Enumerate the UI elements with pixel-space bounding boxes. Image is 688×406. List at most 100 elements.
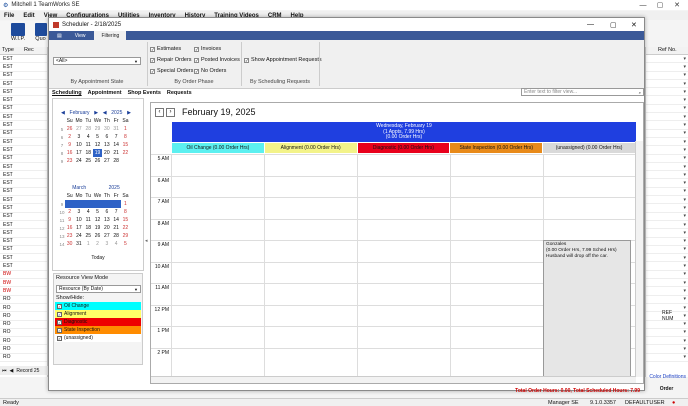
cal-day[interactable]: 7	[111, 133, 120, 141]
cal1-month[interactable]: February	[70, 110, 90, 116]
cal-day[interactable]: 30	[102, 125, 111, 133]
cal-day[interactable]: 8	[121, 133, 130, 141]
app-maximize-icon[interactable]: ▢	[651, 0, 669, 10]
table-row[interactable]	[646, 63, 688, 72]
cal-day[interactable]: 7	[111, 208, 120, 216]
appointment-state-select[interactable]: <All> ▼	[53, 57, 141, 65]
cal2-month[interactable]: March	[72, 185, 86, 191]
cal-day[interactable]: 18	[84, 149, 93, 157]
prev-month-icon[interactable]: ◀	[61, 110, 65, 116]
cal-day[interactable]: 6	[102, 133, 111, 141]
cal-day[interactable]: 3	[102, 240, 111, 248]
cal-day[interactable]: 19	[92, 149, 103, 157]
table-row[interactable]: RO	[0, 354, 47, 362]
cal-day[interactable]: 20	[102, 149, 111, 157]
cal-day[interactable]: 4	[84, 133, 93, 141]
cal2-year[interactable]: 2025	[109, 185, 120, 191]
cal-day[interactable]: 15	[121, 216, 130, 224]
cal-day[interactable]: 12	[93, 141, 102, 149]
nav-appointment[interactable]: Appointment	[88, 90, 122, 96]
orders-grid-right[interactable]: Ref No. REF NUM	[645, 47, 688, 377]
quote-button[interactable]: Quo	[33, 23, 48, 42]
table-row[interactable]	[646, 354, 688, 362]
table-row[interactable]	[646, 80, 688, 89]
cal-day[interactable]: 22	[121, 149, 130, 157]
table-row[interactable]	[646, 287, 688, 296]
chk-repair-orders[interactable]: ✓ Repair Orders	[150, 57, 192, 63]
resource-column-header[interactable]: (unassigned) (0.00 Order Hrs)	[543, 143, 636, 153]
cal-day[interactable]: 26	[65, 125, 74, 133]
table-row[interactable]: EST	[0, 171, 47, 180]
cal-day[interactable]: 20	[102, 224, 111, 232]
resource-column-header[interactable]: Oil Change (0.00 Order Hrs)	[172, 143, 265, 153]
cal-day[interactable]	[111, 200, 121, 208]
today-button[interactable]: Today	[52, 255, 144, 261]
cal-day[interactable]: 2	[93, 240, 102, 248]
table-row[interactable]	[646, 188, 688, 197]
cal-day[interactable]: 31	[111, 125, 120, 133]
table-row[interactable]	[646, 345, 688, 354]
cal-day[interactable]: 29	[121, 232, 130, 240]
cal-day[interactable]: 5	[93, 208, 102, 216]
cal-day[interactable]: 1	[121, 200, 130, 208]
table-row[interactable]	[646, 130, 688, 138]
resource-toggle[interactable]: ✓ Alignment	[55, 310, 141, 318]
resource-toggle[interactable]: ✓ State Inspection	[55, 326, 141, 334]
table-row[interactable]	[646, 146, 688, 155]
cal-day[interactable]: 10	[74, 141, 83, 149]
table-row[interactable]	[646, 196, 688, 205]
table-row[interactable]: BW	[0, 271, 47, 280]
nav-scheduling[interactable]: Scheduling	[52, 90, 82, 96]
filter-search-input[interactable]: Enter text to filter view... ⌕	[521, 88, 644, 96]
table-row[interactable]	[646, 163, 688, 172]
cal-day[interactable]: 17	[74, 149, 83, 157]
table-row[interactable]: EST	[0, 146, 47, 155]
cal-day[interactable]: 8	[121, 208, 130, 216]
ribbon-menu-icon[interactable]: ▤	[53, 31, 66, 40]
scheduler-minimize-icon[interactable]: —	[587, 21, 594, 28]
cal-day[interactable]: 16	[65, 149, 74, 157]
cal-day[interactable]: 17	[74, 224, 83, 232]
cal-day[interactable]: 21	[111, 224, 120, 232]
table-row[interactable]: EST	[0, 121, 47, 130]
cal-day[interactable]: 11	[84, 141, 93, 149]
table-row[interactable]: BW	[0, 279, 47, 288]
cal-day[interactable]: 21	[111, 149, 120, 157]
cal1-year[interactable]: 2025	[111, 110, 122, 116]
table-row[interactable]: EST	[0, 88, 47, 97]
time-grid[interactable]: 5 AM 6 AM 7 AM 8 AM 9 AM 10 AM 11 AM 12 PM 1 PM 2…	[151, 154, 636, 379]
cal-day[interactable]: 27	[102, 157, 111, 165]
resource-toggle[interactable]: ✓ Oil Change	[55, 302, 141, 310]
resource-toggle[interactable]: ✓ Diagnostic	[55, 318, 141, 326]
cal-day[interactable]	[83, 200, 93, 208]
cal-day[interactable]: 23	[65, 232, 74, 240]
cal-day[interactable]: 15	[121, 141, 130, 149]
day-banner[interactable]: Wednesday, February 19 (1 Appts, 7.99 Hr…	[172, 122, 636, 142]
table-row[interactable]: RO	[0, 329, 47, 338]
next-day-icon[interactable]: ›	[166, 107, 175, 117]
checkbox[interactable]: ✓	[57, 319, 62, 325]
chk-no-orders[interactable]: ✓ No Orders	[194, 68, 226, 74]
table-row[interactable]: EST	[0, 96, 47, 105]
cal-day[interactable]: 28	[111, 157, 120, 165]
cal-day[interactable]	[92, 200, 103, 208]
checkbox[interactable]: ✓	[57, 335, 62, 341]
table-row[interactable]: EST	[0, 179, 47, 188]
cal-day[interactable]: 26	[93, 157, 102, 165]
table-row[interactable]: RO	[0, 312, 47, 321]
cal-day[interactable]	[65, 200, 75, 208]
next-year-icon[interactable]: ▶	[127, 110, 131, 116]
cal-day[interactable]: 6	[102, 208, 111, 216]
table-row[interactable]: EST	[0, 138, 47, 147]
table-row[interactable]: RO	[0, 345, 47, 354]
table-row[interactable]	[646, 296, 688, 304]
tab-filtering[interactable]: Filtering	[94, 31, 127, 40]
cal-day[interactable]: 14	[111, 216, 120, 224]
col-type[interactable]: Type	[2, 47, 14, 54]
table-row[interactable]	[646, 238, 688, 246]
cal-day[interactable]: 4	[111, 240, 120, 248]
table-row[interactable]	[646, 254, 688, 263]
cal-day[interactable]: 25	[84, 232, 93, 240]
cal-day[interactable]: 4	[84, 208, 93, 216]
next-month-icon[interactable]: ▶	[94, 110, 98, 116]
